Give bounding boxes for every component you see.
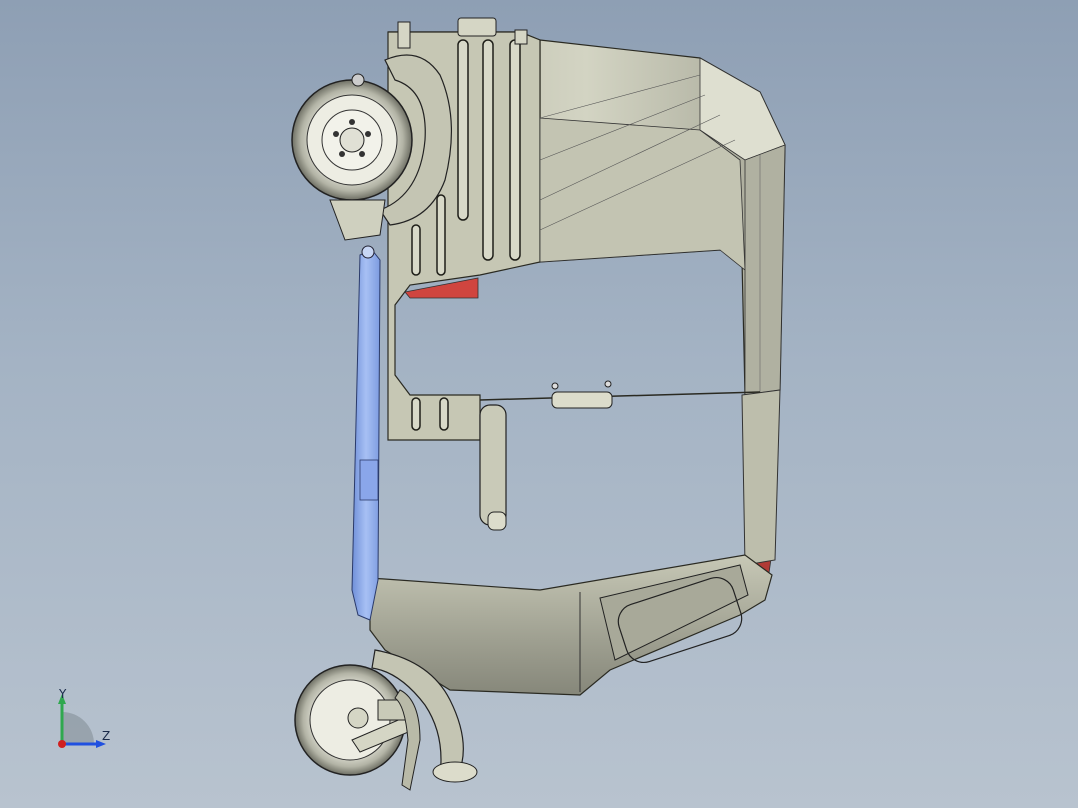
lower-wheel[interactable]	[294, 664, 419, 776]
x-axis-dot	[58, 740, 66, 748]
axis-triad: Y Z	[58, 687, 110, 748]
y-axis-label: Y	[58, 687, 67, 701]
lower-right-pillar	[741, 389, 781, 566]
column-joint	[359, 459, 379, 501]
upper-body-shell[interactable]	[387, 31, 786, 441]
brake-cable[interactable]	[479, 380, 761, 409]
hand-lever[interactable]	[479, 404, 507, 531]
cad-viewport[interactable]	[0, 0, 1078, 808]
steering-column[interactable]	[351, 249, 381, 621]
z-axis-label: Z	[102, 729, 110, 743]
